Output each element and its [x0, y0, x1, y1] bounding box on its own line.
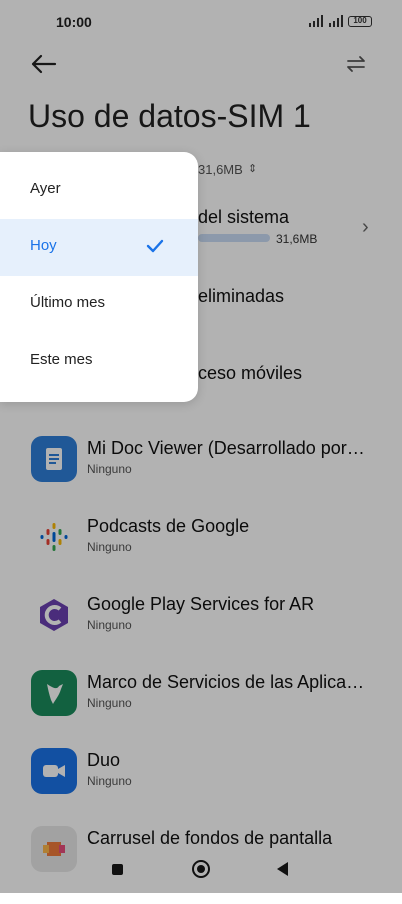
option-label: Este mes — [30, 351, 93, 368]
option-label: Ayer — [30, 180, 61, 197]
screen: 10:00 100 Uso de datos-SIM 1 31,6MB ⇕ de… — [0, 0, 402, 893]
option-ultimo-mes[interactable]: Último mes — [0, 276, 198, 333]
option-este-mes[interactable]: Este mes — [0, 333, 198, 390]
option-label: Último mes — [30, 294, 106, 311]
navigation-bar — [0, 848, 402, 893]
checkmark-icon — [146, 239, 164, 253]
home-button[interactable] — [192, 860, 210, 878]
recents-button[interactable] — [112, 864, 123, 875]
option-hoy[interactable]: Hoy — [0, 219, 198, 276]
dim-overlay[interactable] — [0, 0, 402, 893]
option-ayer[interactable]: Ayer — [0, 162, 198, 219]
option-label: Hoy — [30, 237, 57, 254]
back-button[interactable] — [277, 862, 288, 876]
period-dropdown: Ayer Hoy Último mes Este mes — [0, 152, 198, 402]
